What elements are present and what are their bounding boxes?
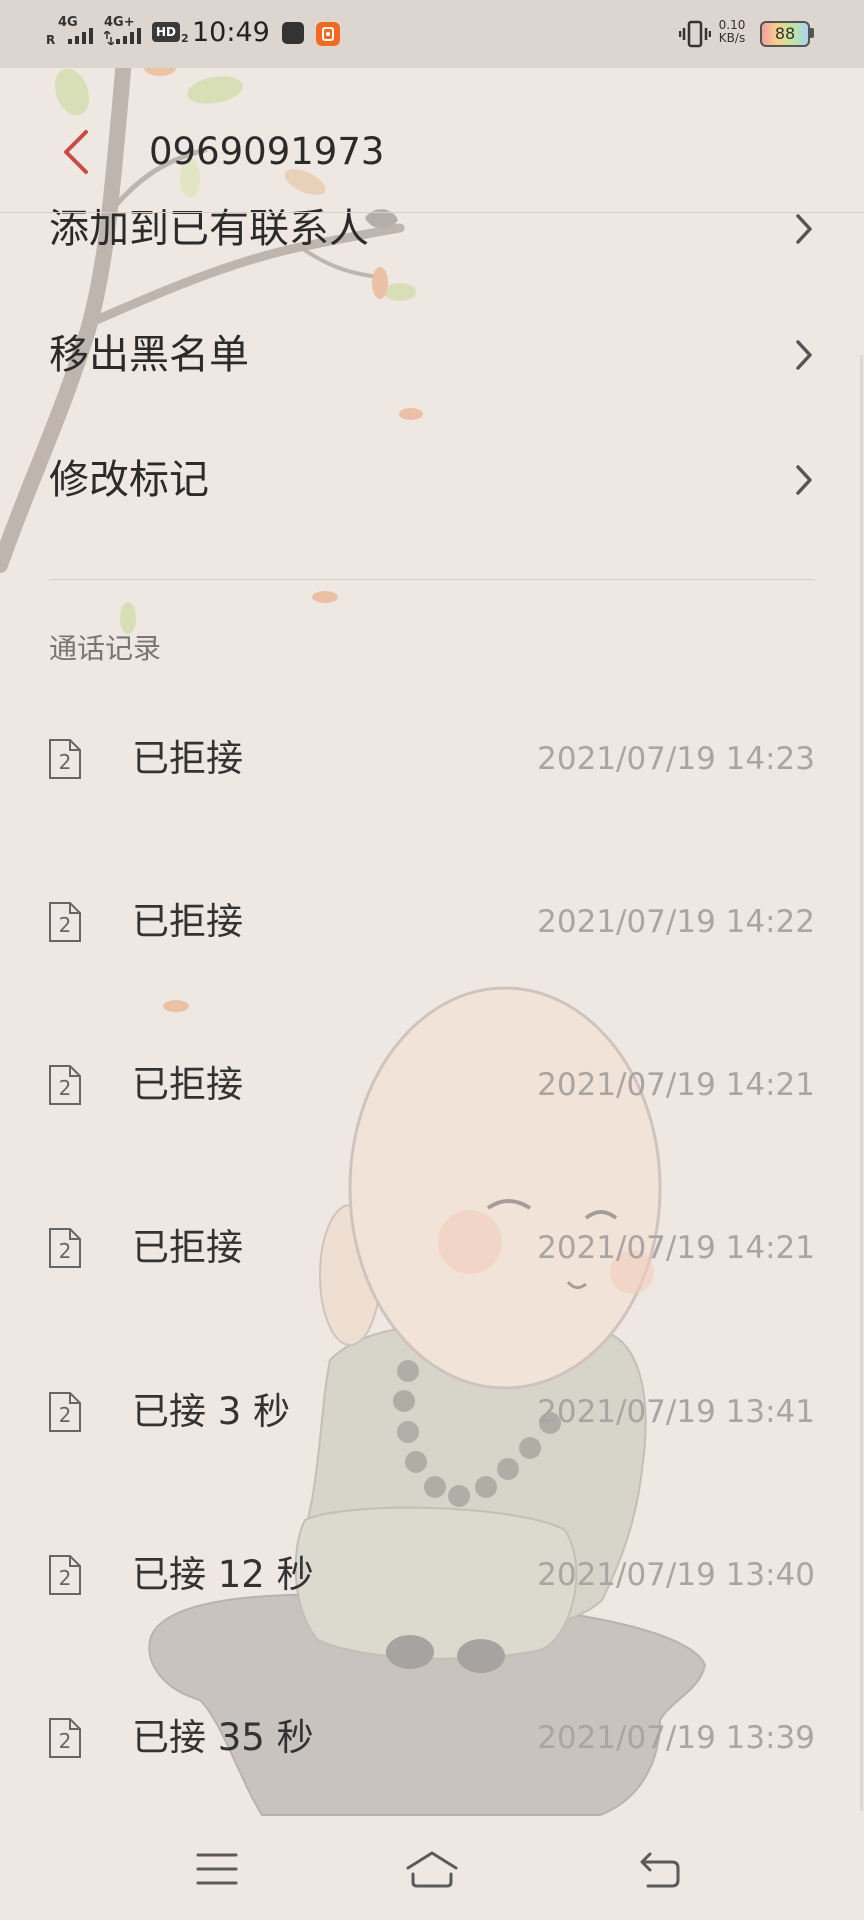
contact-detail-page: 0969091973 添加到已有联系人 移出黑名单 修改标记 通话记录 2 已拒… [0, 0, 864, 1920]
call-time: 2021/07/19 13:41 [537, 1394, 815, 1430]
chevron-right-icon [796, 465, 812, 495]
action-label: 添加到已有联系人 [49, 206, 369, 252]
sim-number: 2 [58, 1239, 72, 1263]
sim-number: 2 [58, 913, 72, 937]
sim2-icon: 2 [48, 1554, 82, 1596]
sim-number: 2 [58, 1076, 72, 1100]
call-log-row[interactable]: 2 已接 3 秒 2021/07/19 13:41 [0, 1331, 864, 1494]
sim2-signal-icon [116, 28, 141, 44]
home-icon[interactable] [404, 1848, 460, 1890]
sim2-icon: 2 [48, 1717, 82, 1759]
call-log-row[interactable]: 2 已拒接 2021/07/19 14:21 [0, 1167, 864, 1330]
back-icon[interactable] [636, 1850, 682, 1890]
call-status: 已拒接 [132, 900, 243, 943]
sim-number: 2 [58, 750, 72, 774]
call-status: 已拒接 [132, 737, 243, 780]
call-time: 2021/07/19 14:22 [537, 904, 815, 940]
call-time: 2021/07/19 14:21 [537, 1067, 815, 1103]
hd-voice-badge: HD [152, 22, 180, 42]
call-log-row[interactable]: 2 已拒接 2021/07/19 14:23 [0, 678, 864, 841]
call-status: 已拒接 [132, 1226, 243, 1269]
roaming-indicator: R [46, 33, 56, 47]
call-time: 2021/07/19 13:39 [537, 1720, 815, 1756]
sim-number: 2 [58, 1403, 72, 1427]
chevron-right-icon [796, 214, 812, 244]
sim2-icon: 2 [48, 1391, 82, 1433]
data-transfer-icon [104, 31, 114, 45]
section-divider [49, 579, 815, 580]
chevron-right-icon [796, 340, 812, 370]
menu-icon[interactable] [196, 1851, 238, 1887]
back-button[interactable] [58, 128, 98, 176]
call-time: 2021/07/19 13:40 [537, 1557, 815, 1593]
call-status: 已接 3 秒 [132, 1390, 291, 1433]
battery-nub [810, 28, 814, 38]
status-bar: R 4G 4G+ HD 2 10:49 0.10 KB/s 88 [0, 0, 864, 68]
action-add-to-existing-contact[interactable]: 添加到已有联系人 [0, 167, 864, 291]
sim2-icon: 2 [48, 1064, 82, 1106]
call-log-row[interactable]: 2 已接 12 秒 2021/07/19 13:40 [0, 1494, 864, 1657]
page-title: 0969091973 [149, 130, 385, 173]
call-status: 已拒接 [132, 1063, 243, 1106]
hd-sim-number: 2 [181, 32, 189, 45]
sim2-icon: 2 [48, 738, 82, 780]
call-time: 2021/07/19 14:21 [537, 1230, 815, 1266]
call-log-section-title: 通话记录 [49, 632, 162, 665]
network-speed-unit: KB/s [718, 31, 746, 45]
call-log-row[interactable]: 2 已接 35 秒 2021/07/19 13:39 [0, 1657, 864, 1820]
call-time: 2021/07/19 14:23 [537, 741, 815, 777]
call-status: 已接 12 秒 [132, 1553, 314, 1596]
app-notification-icon [316, 22, 340, 46]
sim-number: 2 [58, 1566, 72, 1590]
action-remove-from-blacklist[interactable]: 移出黑名单 [0, 293, 864, 417]
call-log-row[interactable]: 2 已拒接 2021/07/19 14:22 [0, 841, 864, 1004]
call-log-row[interactable]: 2 已拒接 2021/07/19 14:21 [0, 1004, 864, 1167]
notification-square-icon [282, 22, 304, 44]
action-label: 修改标记 [49, 457, 209, 503]
sim-number: 2 [58, 1729, 72, 1753]
scrollbar[interactable] [860, 355, 863, 1811]
call-status: 已接 35 秒 [132, 1716, 314, 1759]
action-label: 移出黑名单 [49, 332, 249, 378]
vibrate-icon [679, 20, 711, 48]
clock: 10:49 [192, 17, 270, 48]
battery-indicator: 88 [760, 21, 810, 47]
header-divider [0, 212, 864, 213]
sim2-icon: 2 [48, 901, 82, 943]
sim2-icon: 2 [48, 1227, 82, 1269]
action-edit-tag[interactable]: 修改标记 [0, 418, 864, 542]
back-arrow-icon [64, 130, 88, 174]
network-speed: 0.10 KB/s [712, 19, 752, 45]
sim1-signal-icon [68, 28, 93, 44]
